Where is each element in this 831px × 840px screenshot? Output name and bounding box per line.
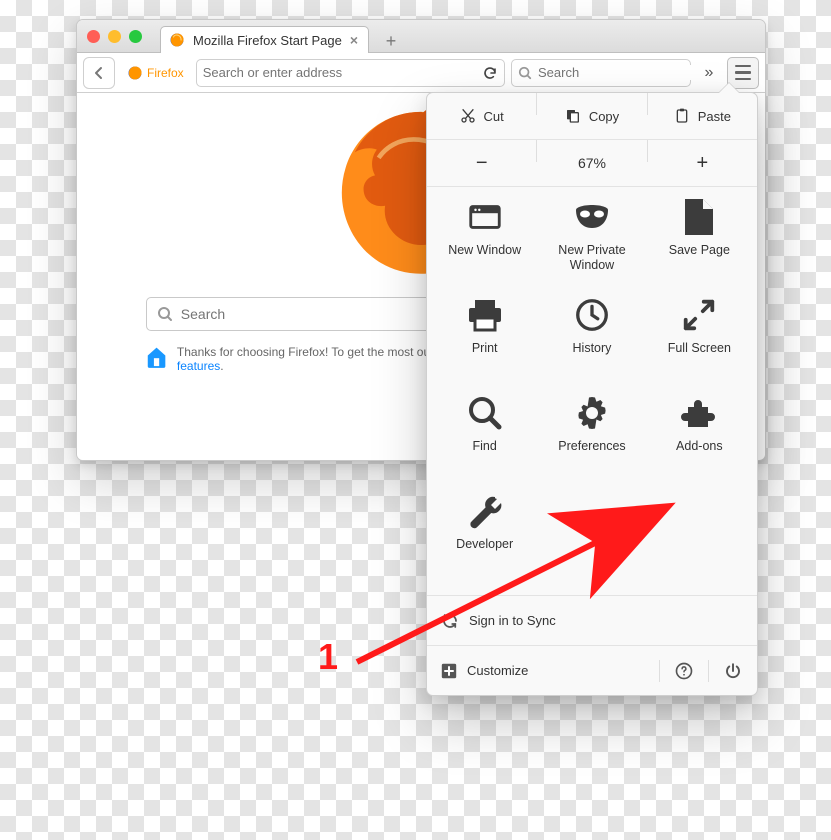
overflow-chevron-icon[interactable]: »: [697, 64, 721, 82]
close-window-button[interactable]: [87, 30, 100, 43]
home-badge-icon: [146, 345, 167, 371]
traffic-lights: [77, 30, 142, 43]
reload-icon[interactable]: [482, 65, 498, 81]
sync-icon: [441, 612, 459, 630]
zoom-value[interactable]: 67%: [537, 140, 646, 186]
site-identity[interactable]: Firefox: [121, 65, 190, 81]
url-bar[interactable]: [196, 59, 505, 87]
menu-copy[interactable]: Copy: [537, 93, 646, 139]
new-tab-button[interactable]: +: [379, 31, 403, 52]
window-icon: [465, 197, 505, 237]
fullscreen-window-button[interactable]: [129, 30, 142, 43]
app-menu-panel: Cut Copy Paste − 67% + New Windo: [426, 92, 758, 696]
tabstrip: Mozilla Firefox Start Page × +: [160, 20, 403, 52]
menu-new-private-window[interactable]: New Private Window: [538, 197, 645, 295]
gear-icon: [572, 393, 612, 433]
menu-help[interactable]: [660, 662, 708, 680]
menu-sync[interactable]: Sign in to Sync: [427, 595, 757, 645]
menu-find[interactable]: Find: [431, 393, 538, 491]
menu-grid: New Window New Private Window Save Page …: [427, 187, 757, 595]
menu-footer: Customize: [427, 645, 757, 695]
menu-fullscreen[interactable]: Full Screen: [646, 295, 753, 393]
magnifier-icon: [465, 393, 505, 433]
back-button[interactable]: [83, 57, 115, 89]
firefox-icon: [127, 65, 143, 81]
menu-new-window[interactable]: New Window: [431, 197, 538, 295]
menu-paste[interactable]: Paste: [648, 93, 757, 139]
tab-title: Mozilla Firefox Start Page: [193, 33, 342, 48]
menu-customize[interactable]: Customize: [427, 663, 659, 679]
navigation-toolbar: Firefox »: [77, 53, 765, 93]
url-input[interactable]: [203, 65, 474, 80]
zoom-out-button[interactable]: −: [427, 140, 536, 186]
toolbar-search-input[interactable]: [538, 65, 714, 80]
annotation-step-number: 1: [318, 636, 338, 678]
zoom-row: − 67% +: [427, 140, 757, 187]
toolbar-search-bar[interactable]: [511, 59, 691, 87]
menu-quit[interactable]: [709, 662, 757, 680]
mask-icon: [572, 197, 612, 237]
paste-icon: [674, 108, 690, 124]
zoom-in-button[interactable]: +: [648, 140, 757, 186]
search-icon: [157, 306, 173, 322]
wrench-icon: [465, 491, 505, 531]
browser-tab-active[interactable]: Mozilla Firefox Start Page ×: [160, 26, 369, 53]
menu-print[interactable]: Print: [431, 295, 538, 393]
identity-label: Firefox: [147, 66, 184, 80]
plus-box-icon: [441, 663, 457, 679]
page-icon: [679, 197, 719, 237]
panel-arrow: [719, 83, 739, 93]
minimize-window-button[interactable]: [108, 30, 121, 43]
menu-save-page[interactable]: Save Page: [646, 197, 753, 295]
window-titlebar: Mozilla Firefox Start Page × +: [77, 20, 765, 53]
clipboard-row: Cut Copy Paste: [427, 93, 757, 140]
scissors-icon: [460, 108, 476, 124]
menu-preferences[interactable]: Preferences: [538, 393, 645, 491]
menu-history[interactable]: History: [538, 295, 645, 393]
puzzle-icon: [679, 393, 719, 433]
tab-close-icon[interactable]: ×: [350, 32, 358, 48]
menu-cut[interactable]: Cut: [427, 93, 536, 139]
menu-developer[interactable]: Developer: [431, 491, 538, 589]
clock-icon: [572, 295, 612, 335]
printer-icon: [465, 295, 505, 335]
copy-icon: [565, 108, 581, 124]
menu-addons[interactable]: Add-ons: [646, 393, 753, 491]
fullscreen-icon: [679, 295, 719, 335]
firefox-favicon-icon: [169, 32, 185, 48]
search-icon: [518, 66, 532, 80]
